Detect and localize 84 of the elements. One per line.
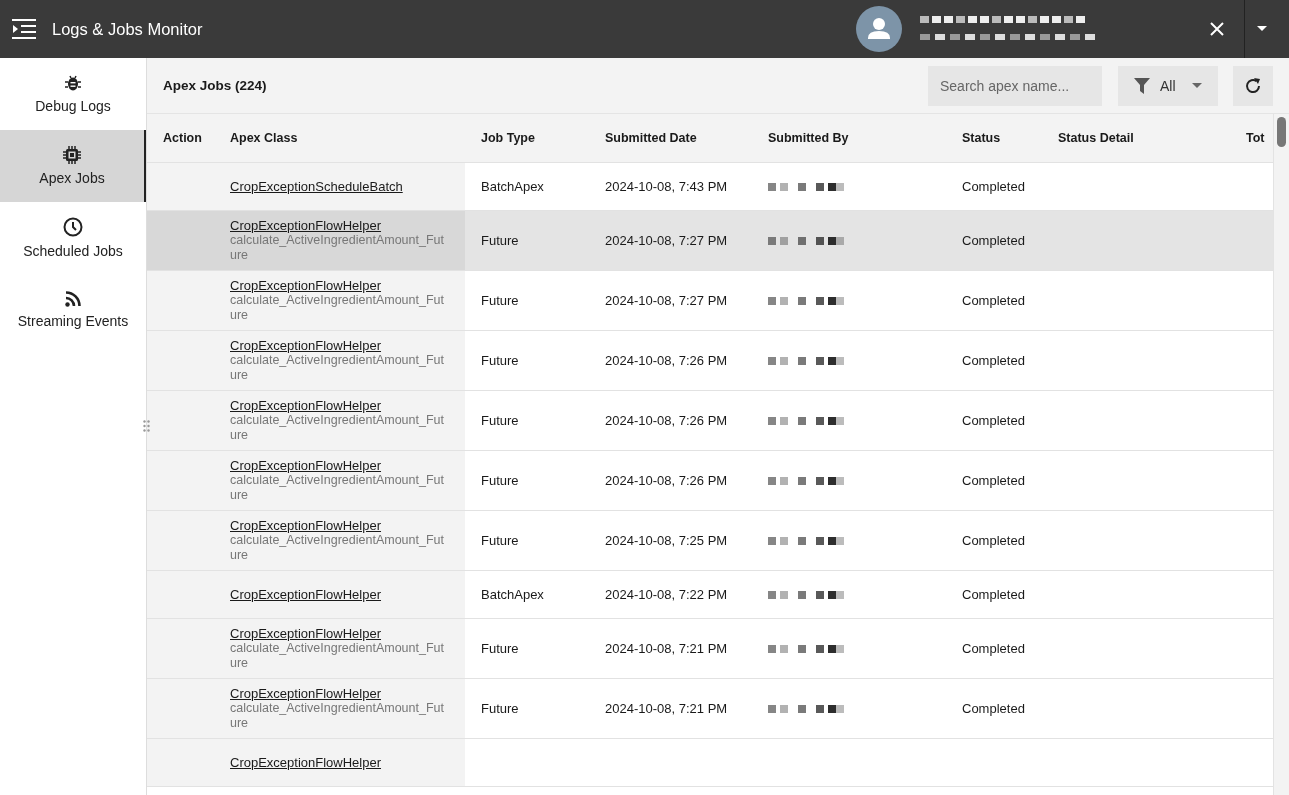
table-row[interactable]: CropExceptionFlowHelper calculate_ActiveIngredientAmount_Future Future 2024-10-08, 7:26 PM Completed [147,451,1273,511]
table-cell-text: Completed [962,701,1026,716]
class-link[interactable]: CropExceptionFlowHelper [230,458,381,473]
table-cell-text: Completed [962,233,1026,248]
table-row[interactable]: CropExceptionFlowHelper calculate_ActiveIngredientAmount_Future Future 2024-10-08, 7:26 PM Completed [147,391,1273,451]
search-field[interactable]: Search apex name... [928,65,1102,106]
column-header: Tot [1245,130,1266,147]
table-cell-text: BatchApex [481,587,545,602]
scrollbar-thumb[interactable] [1277,117,1286,147]
caret-icon [1192,83,1202,88]
table-cell-text: Future [481,473,520,488]
table-cell-text: Completed [962,179,1026,194]
table-cell-text: 2024-10-08, 7:21 PM [605,701,729,716]
filter-icon [1134,77,1150,94]
column-header: Status Detail [1057,130,1135,147]
app-title: Logs & Jobs Monitor [52,19,203,39]
table-cell-text: Completed [962,587,1026,602]
class-link[interactable]: CropExceptionFlowHelper [230,338,381,353]
drag-handle-icon[interactable] [143,420,150,432]
table-row[interactable]: CropExceptionFlowHelper calculate_ActiveIngredientAmount_Future Future 2024-10-08, 7:26 PM Completed [147,331,1273,391]
class-link[interactable]: CropExceptionFlowHelper [230,518,381,533]
table-cell-text: Completed [962,353,1026,368]
class-link[interactable]: CropExceptionFlowHelper [230,755,381,770]
chip-icon [63,146,81,164]
table-cell-text: Future [481,701,520,716]
table-cell-text: Future [481,293,520,308]
table-cell-text: 2024-10-08, 7:27 PM [605,293,729,308]
method-name: calculate_ActiveIngredientAmount_Future [230,413,445,443]
class-link[interactable]: CropExceptionFlowHelper [230,626,381,641]
class-link[interactable]: CropExceptionFlowHelper [230,686,381,701]
method-name: calculate_ActiveIngredientAmount_Future [230,473,445,503]
table-row[interactable]: CropExceptionScheduleBatch BatchApex 2024-10-08, 7:43 PM Completed [147,163,1273,211]
table-cell-text: Completed [962,533,1026,548]
class-link[interactable]: CropExceptionFlowHelper [230,278,381,293]
avatar-icon[interactable] [856,6,902,52]
menu-icon[interactable] [12,19,36,39]
table-row[interactable]: CropExceptionFlowHelper calculate_ActiveIngredientAmount_Future Future 2024-10-08, 7:21 PM Completed [147,619,1273,679]
table-cell-text: 2024-10-08, 7:27 PM [605,233,729,248]
bug-icon [65,74,81,92]
table-cell-text: Completed [962,641,1026,656]
table-cell-text: Future [481,413,520,428]
table-cell-text: Completed [962,413,1026,428]
feed-icon [65,291,81,307]
table-cell-text: Completed [962,473,1026,488]
table-cell-text: Future [481,641,520,656]
table-cell-text: 2024-10-08, 7:25 PM [605,533,729,548]
clock-icon [63,217,83,237]
table-cell-text: 2024-10-08, 7:21 PM [605,641,729,656]
table-cell-text: 2024-10-08, 7:43 PM [605,179,729,194]
table-cell-text: Future [481,233,520,248]
table-cell-text: BatchApex [481,179,545,194]
refresh-icon [1244,76,1262,95]
close-icon[interactable] [1210,22,1224,36]
table-cell-text: 2024-10-08, 7:26 PM [605,353,729,368]
table-row[interactable]: CropExceptionFlowHelper BatchApex 2024-10-08, 7:22 PM Completed [147,571,1273,619]
table-row[interactable]: CropExceptionFlowHelper calculate_ActiveIngredientAmount_Future Future 2024-10-08, 7:25 PM Completed [147,511,1273,571]
column-header: Submitted Date [604,130,698,147]
class-link[interactable]: CropExceptionFlowHelper [230,398,381,413]
sidebar-item[interactable]: Apex Jobs [0,130,146,202]
table-cell-text: 2024-10-08, 7:26 PM [605,413,729,428]
method-name: calculate_ActiveIngredientAmount_Future [230,641,445,671]
table-row[interactable]: CropExceptionFlowHelper calculate_ActiveIngredientAmount_Future Future 2024-10-08, 7:27 PM Completed [147,271,1273,331]
class-link[interactable]: CropExceptionFlowHelper [230,218,381,233]
method-name: calculate_ActiveIngredientAmount_Future [230,293,445,323]
class-link[interactable]: CropExceptionFlowHelper [230,587,381,602]
table-cell-text: 2024-10-08, 7:26 PM [605,473,729,488]
caret-icon[interactable] [1257,26,1267,32]
table-row[interactable]: CropExceptionFlowHelper calculate_ActiveIngredientAmount_Future Future 2024-10-08, 7:27 PM Completed [147,211,1273,271]
table-cell-text: 2024-10-08, 7:22 PM [605,587,729,602]
column-header: Status [961,130,1002,147]
column-header: Job Type [480,130,536,147]
method-name: calculate_ActiveIngredientAmount_Future [230,233,445,263]
method-name: calculate_ActiveIngredientAmount_Future [230,353,445,383]
method-name: calculate_ActiveIngredientAmount_Future [230,533,445,563]
table-cell-text: Future [481,353,520,368]
table-row[interactable]: CropExceptionFlowHelper calculate_ActiveIngredientAmount_Future Future 2024-10-08, 7:21 PM Completed [147,679,1273,739]
table-cell-text: Future [481,533,520,548]
refresh-button[interactable] [1233,65,1273,106]
column-header: Submitted By [767,130,850,147]
method-name: calculate_ActiveIngredientAmount_Future [230,701,445,731]
filter-dropdown[interactable]: All [1118,65,1218,106]
table-row[interactable]: CropExceptionFlowHelper [147,739,1273,787]
table-cell-text: Completed [962,293,1026,308]
section-title: Apex Jobs (224) [163,78,267,93]
